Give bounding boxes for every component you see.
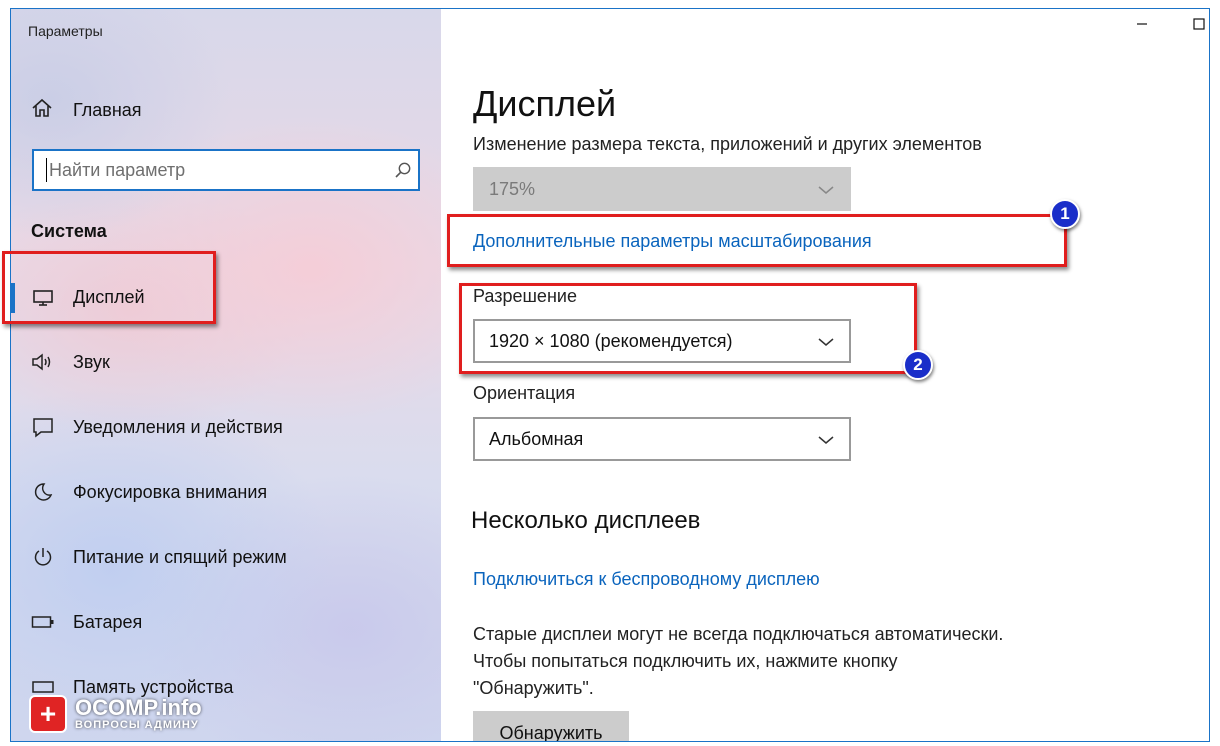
chevron-down-icon — [817, 179, 835, 200]
info-line: Старые дисплеи могут не всегда подключат… — [473, 624, 1004, 644]
resolution-label: Разрешение — [473, 286, 577, 306]
chevron-down-icon — [817, 429, 835, 450]
annotation-badge-1: 1 — [1050, 199, 1080, 229]
info-line: "Обнаружить". — [473, 678, 594, 698]
monitor-icon — [31, 285, 55, 309]
notification-icon — [31, 415, 55, 439]
sidebar-item-label: Батарея — [73, 611, 143, 632]
minimize-button[interactable] — [1136, 17, 1148, 35]
resolution-value: 1920 × 1080 (рекомендуется) — [489, 330, 733, 351]
orientation-value: Альбомная — [489, 428, 584, 449]
annotation-badge-2: 2 — [903, 350, 933, 380]
scale-value: 175% — [489, 178, 536, 199]
selection-indicator — [11, 283, 15, 313]
sidebar-item-label: Питание и спящий режим — [73, 546, 287, 567]
watermark-text: OCOMP.info ВОПРОСЫ АДМИНУ — [75, 695, 202, 732]
sidebar-item-battery[interactable]: Батарея — [11, 600, 441, 644]
watermark-name: OCOMP.info — [75, 695, 202, 720]
detect-button[interactable]: Обнаружить — [473, 711, 629, 741]
sidebar: Параметры Главная Система Дисплей — [11, 9, 441, 741]
nav-home[interactable]: Главная — [31, 95, 142, 125]
main-content: Дисплей Изменение размера текста, прилож… — [441, 9, 1209, 741]
search-input[interactable] — [47, 159, 388, 181]
wireless-display-link[interactable]: Подключиться к беспроводному дисплею — [473, 569, 820, 590]
scale-dropdown: 175% — [473, 167, 851, 211]
home-icon — [31, 97, 53, 124]
section-label-system: Система — [31, 221, 107, 241]
battery-icon — [31, 610, 55, 634]
search-icon[interactable] — [388, 161, 418, 179]
advanced-scaling-link[interactable]: Дополнительные параметры масштабирования — [473, 231, 872, 252]
search-box[interactable] — [32, 149, 420, 191]
sidebar-item-label: Уведомления и действия — [73, 416, 283, 437]
power-icon — [31, 545, 55, 569]
info-line: Чтобы попытаться подключить их, нажмите … — [473, 651, 898, 671]
sidebar-item-label: Фокусировка внимания — [73, 481, 268, 502]
sidebar-item-label: Дисплей — [73, 286, 145, 307]
chevron-down-icon — [817, 331, 835, 352]
maximize-button[interactable] — [1193, 17, 1205, 35]
page-title: Дисплей — [473, 83, 617, 124]
watermark-logo: + OCOMP.info ВОПРОСЫ АДМИНУ — [29, 695, 202, 733]
resolution-dropdown[interactable]: 1920 × 1080 (рекомендуется) — [473, 319, 851, 363]
settings-window: Параметры Главная Система Дисплей — [10, 8, 1210, 742]
sidebar-item-sound[interactable]: Звук — [11, 340, 441, 384]
moon-icon — [31, 480, 55, 504]
multi-display-title: Несколько дисплеев — [471, 507, 701, 534]
orientation-dropdown[interactable]: Альбомная — [473, 417, 851, 461]
speaker-icon — [31, 350, 55, 374]
watermark-plus-icon: + — [29, 695, 67, 733]
info-paragraph: Старые дисплеи могут не всегда подключат… — [473, 621, 1003, 702]
orientation-label: Ориентация — [473, 383, 576, 403]
watermark-tagline: ВОПРОСЫ АДМИНУ — [75, 719, 199, 731]
scale-label: Изменение размера текста, приложений и д… — [473, 134, 982, 154]
sidebar-item-notifications[interactable]: Уведомления и действия — [11, 405, 441, 449]
sidebar-item-focus-assist[interactable]: Фокусировка внимания — [11, 470, 441, 514]
app-title: Параметры — [28, 23, 103, 39]
sidebar-item-label: Звук — [73, 351, 110, 372]
nav-home-label: Главная — [73, 99, 142, 120]
sidebar-item-power-sleep[interactable]: Питание и спящий режим — [11, 535, 441, 579]
sidebar-item-display[interactable]: Дисплей — [11, 275, 441, 319]
